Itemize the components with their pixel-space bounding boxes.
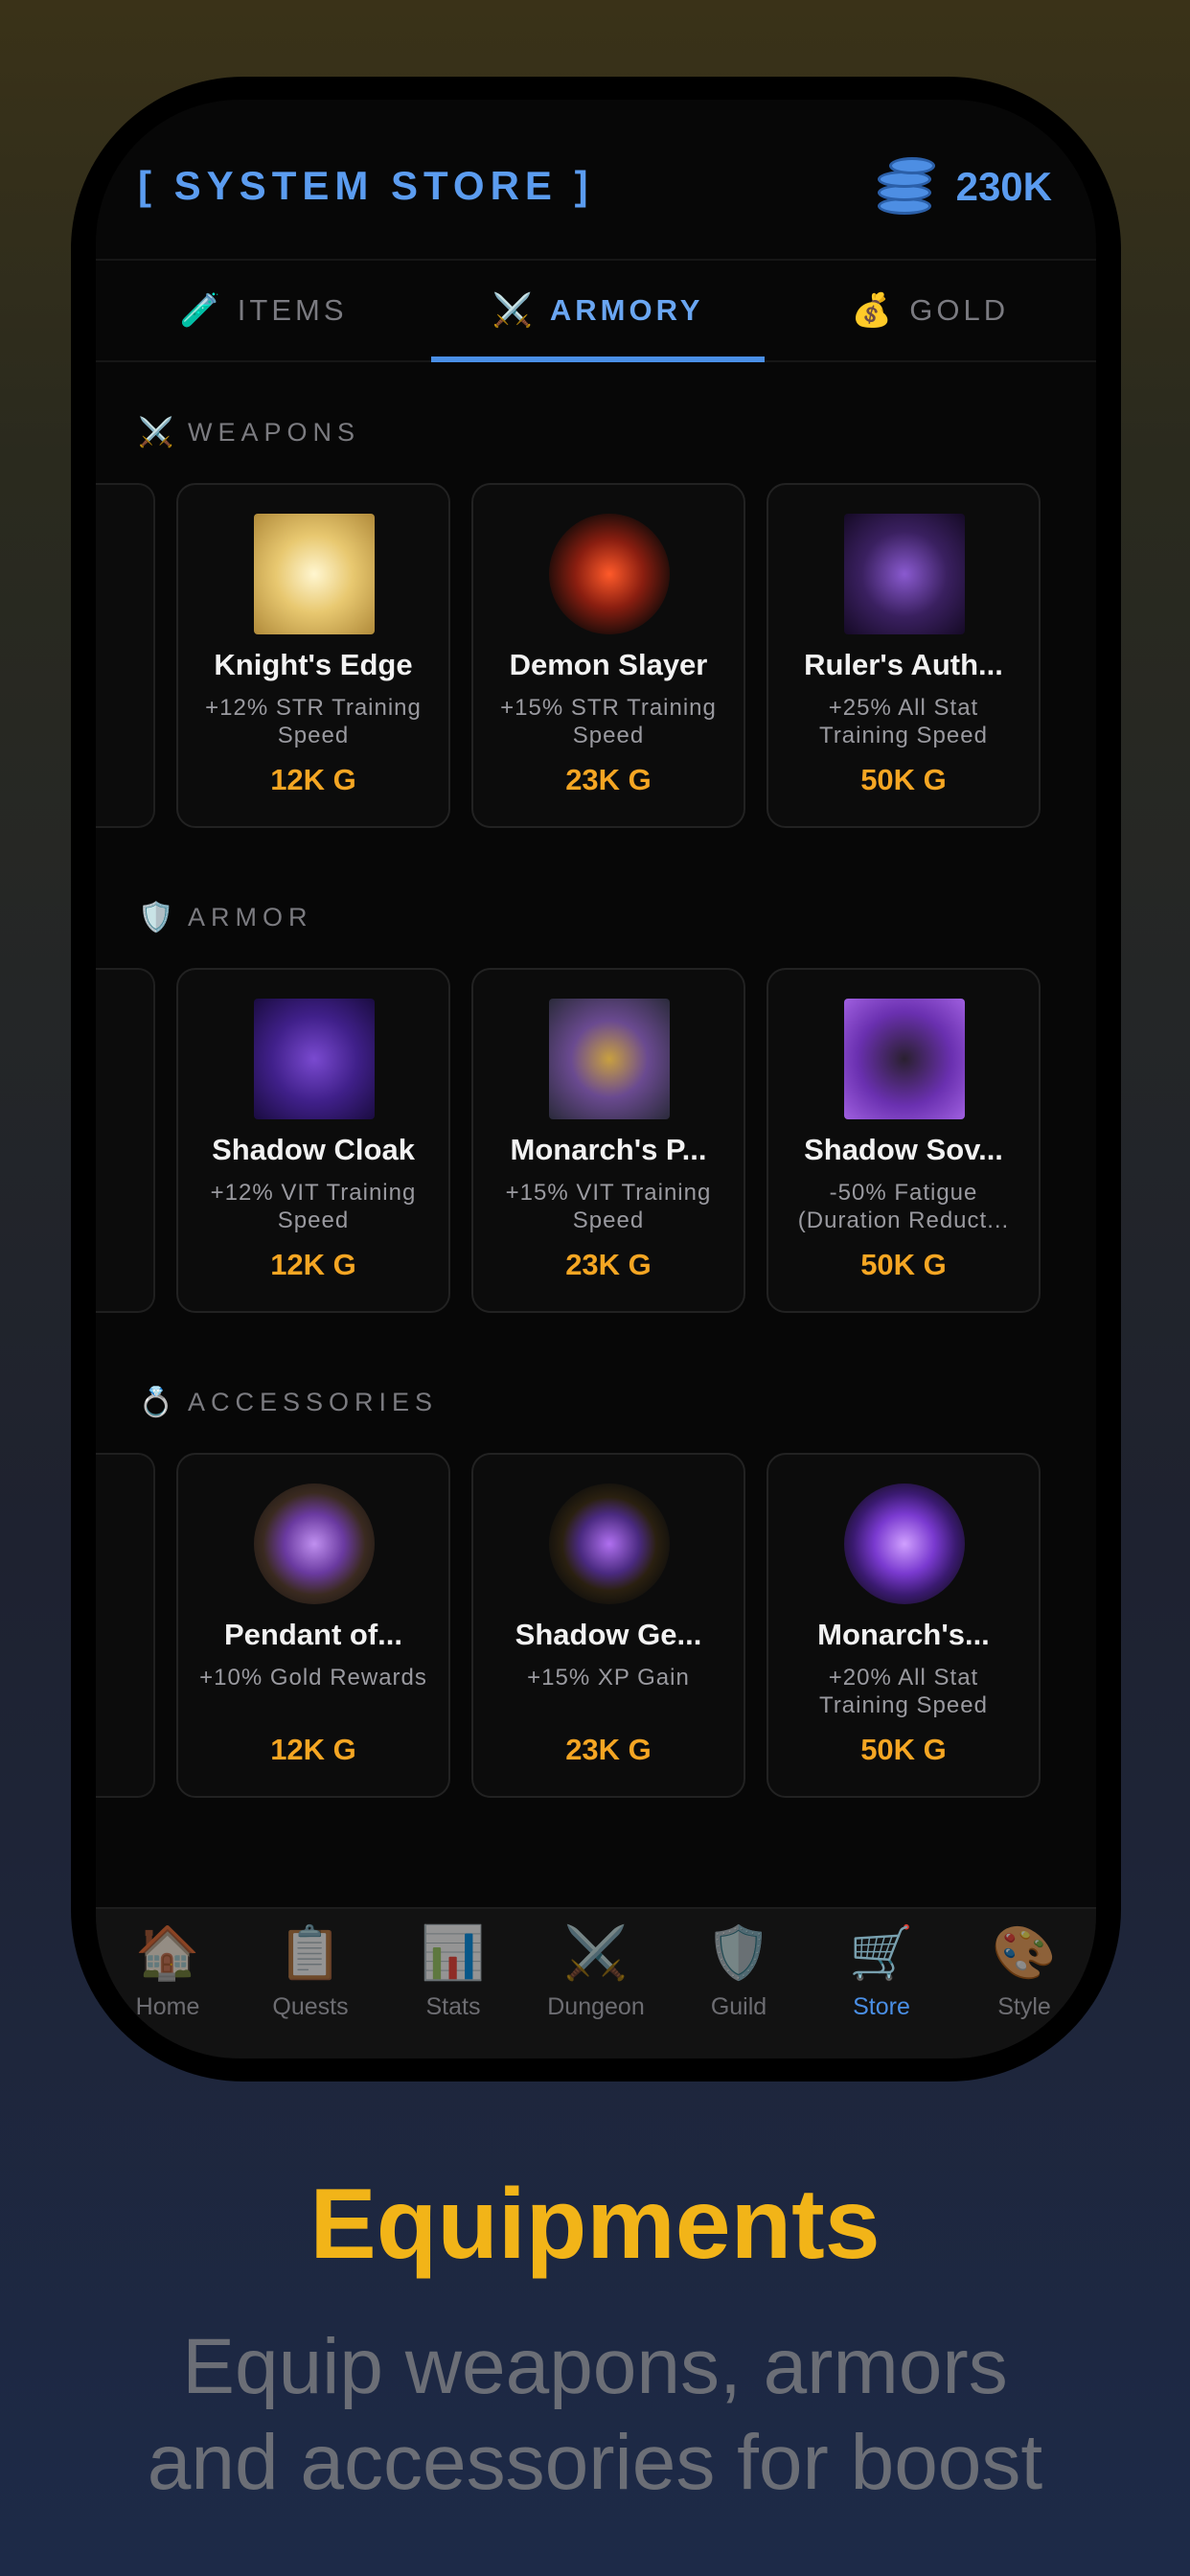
section-accessories-label: 💍 ACCESSORIES xyxy=(138,1387,439,1418)
card-peek[interactable] xyxy=(96,1453,155,1798)
promo-subline-line-1: Equip weapons, armors xyxy=(182,2323,1008,2410)
gem-image xyxy=(549,1484,670,1604)
crown-image xyxy=(844,1484,965,1604)
tab-gold[interactable]: 💰 GOLD xyxy=(765,261,1096,360)
money-bag-icon: 💰 xyxy=(851,292,897,329)
section-armor-label: 🛡️ ARMOR xyxy=(138,902,313,933)
nav-style[interactable]: 🎨 Style xyxy=(952,1922,1096,2021)
item-card-demon-slayer[interactable]: Demon Slayer +15% STR Training Speed 23K… xyxy=(471,483,745,828)
crossed-swords-icon: ⚔️ xyxy=(138,417,180,448)
tab-label: ARMORY xyxy=(549,293,704,327)
item-card-rulers-authority[interactable]: Ruler's Auth... +25% All Stat Training S… xyxy=(767,483,1041,828)
promo-subline-line-2: and accessories for boost xyxy=(147,2419,1043,2506)
shadow-blade-image xyxy=(844,514,965,634)
shopping-cart-icon: 🛒 xyxy=(849,1924,914,1982)
card-peek[interactable] xyxy=(96,968,155,1313)
accessories-carousel[interactable]: Pendant of... +10% Gold Rewards 12K G Sh… xyxy=(96,1453,1096,1800)
armor-carousel[interactable]: Shadow Cloak +12% VIT Training Speed 12K… xyxy=(96,968,1096,1315)
shield-icon: 🛡️ xyxy=(706,1924,771,1982)
palette-icon: 🎨 xyxy=(992,1924,1057,1982)
promo-subline: Equip weapons, armors and accessories fo… xyxy=(0,2319,1190,2511)
crossed-swords-icon: ⚔️ xyxy=(563,1924,629,1982)
nav-stats[interactable]: 📊 Stats xyxy=(381,1922,525,2021)
sword-image xyxy=(254,514,375,634)
item-card-shadow-cloak[interactable]: Shadow Cloak +12% VIT Training Speed 12K… xyxy=(176,968,450,1313)
ring-icon: 💍 xyxy=(138,1387,180,1418)
item-card-pendant[interactable]: Pendant of... +10% Gold Rewards 12K G xyxy=(176,1453,450,1798)
tab-label: ITEMS xyxy=(237,293,348,327)
tab-armory[interactable]: ⚔️ ARMORY xyxy=(431,261,765,360)
promo-headline: Equipments xyxy=(309,2169,881,2280)
nav-store[interactable]: 🛒 Store xyxy=(810,1922,953,2021)
bottom-tab-bar: 🏠 Home 📋 Quests 📊 Stats ⚔️ Dungeon 🛡️ Gu… xyxy=(96,1907,1096,2058)
item-card-monarchs-accessory[interactable]: Monarch's... +20% All Stat Training Spee… xyxy=(767,1453,1041,1798)
pendant-image xyxy=(254,1484,375,1604)
store-tabs: 🧪 ITEMS ⚔️ ARMORY 💰 GOLD xyxy=(96,259,1096,362)
card-peek[interactable] xyxy=(96,483,155,828)
balance-value: 230K xyxy=(955,164,1052,209)
plate-armor-image xyxy=(549,999,670,1119)
store-header: [ SYSTEM STORE ] 230K xyxy=(96,100,1096,261)
item-card-shadow-sovereign[interactable]: Shadow Sov... -50% Fatigue (Duration Red… xyxy=(767,968,1041,1313)
item-card-shadow-gem[interactable]: Shadow Ge... +15% XP Gain 23K G xyxy=(471,1453,745,1798)
crossed-swords-icon: ⚔️ xyxy=(492,292,537,329)
section-weapons-label: ⚔️ WEAPONS xyxy=(138,417,361,448)
weapons-carousel[interactable]: Knight's Edge +12% STR Training Speed 12… xyxy=(96,483,1096,830)
shadow-armor-image xyxy=(844,999,965,1119)
nav-guild[interactable]: 🛡️ Guild xyxy=(667,1922,811,2021)
bar-chart-icon: 📊 xyxy=(421,1924,486,1982)
tab-label: GOLD xyxy=(909,293,1010,327)
app-screen: [ SYSTEM STORE ] 230K 🧪 ITEMS ⚔️ ARMORY … xyxy=(96,100,1096,2058)
gold-balance: 230K xyxy=(874,155,1052,218)
clipboard-icon: 📋 xyxy=(278,1924,343,1982)
cloak-image xyxy=(254,999,375,1119)
active-tab-indicator xyxy=(431,356,765,362)
shield-icon: 🛡️ xyxy=(138,902,180,933)
tab-items[interactable]: 🧪 ITEMS xyxy=(96,261,431,360)
item-card-monarchs-plate[interactable]: Monarch's P... +15% VIT Training Speed 2… xyxy=(471,968,745,1313)
nav-quests[interactable]: 📋 Quests xyxy=(239,1922,382,2021)
nav-home[interactable]: 🏠 Home xyxy=(96,1922,240,2021)
house-icon: 🏠 xyxy=(135,1924,200,1982)
item-card-knights-edge[interactable]: Knight's Edge +12% STR Training Speed 12… xyxy=(176,483,450,828)
coins-icon xyxy=(874,155,939,218)
potion-icon: 🧪 xyxy=(179,292,224,329)
page-title: [ SYSTEM STORE ] xyxy=(138,163,594,208)
demon-sword-image xyxy=(549,514,670,634)
nav-dungeon[interactable]: ⚔️ Dungeon xyxy=(524,1922,668,2021)
